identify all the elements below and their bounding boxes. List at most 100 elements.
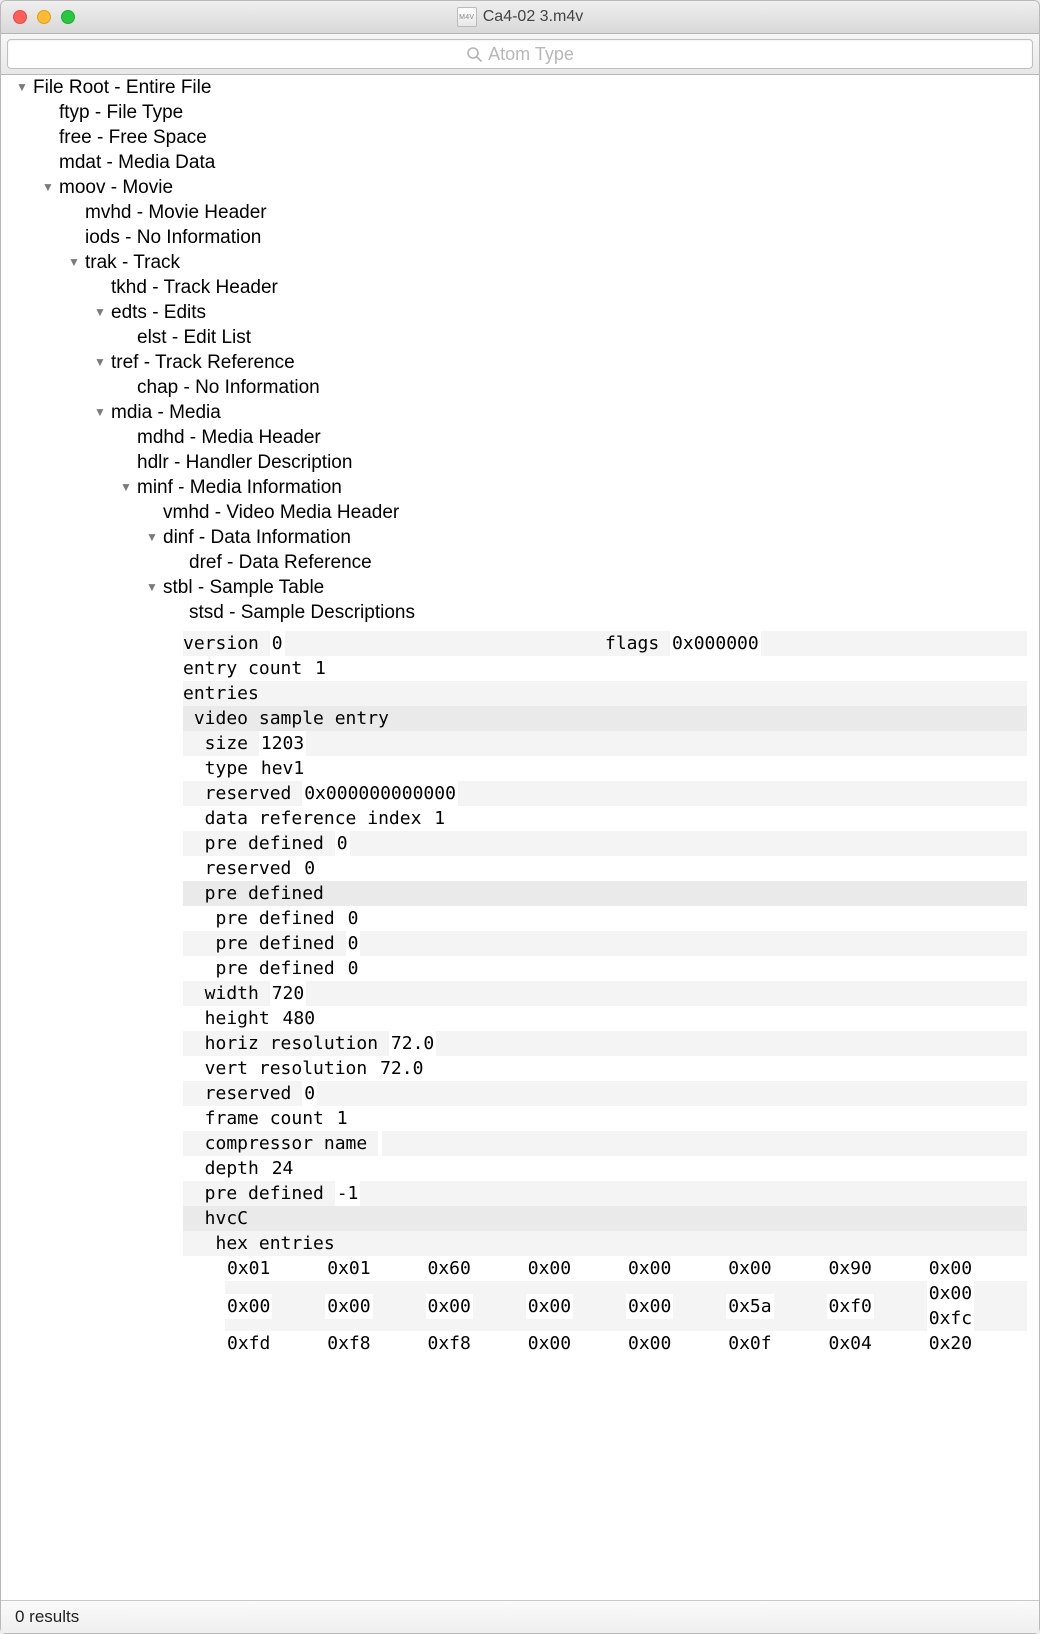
detail-row[interactable]: size 1203 [183,731,1027,756]
disclosure-icon[interactable] [67,250,81,275]
detail-key: compressor name [183,1131,378,1156]
detail-key: pre defined [183,1181,335,1206]
hex-byte: 0x00 [726,1256,773,1281]
tree-label: File Root - Entire File [33,75,211,100]
detail-row[interactable]: reserved 0 [183,856,1027,881]
hex-byte: 0xf8 [325,1331,372,1356]
detail-key: hvcC [183,1206,248,1231]
hex-byte: 0x20 [927,1331,974,1356]
content[interactable]: File Root - Entire File ftyp - File Type… [1,75,1039,1600]
tree-row[interactable]: dref - Data Reference [171,550,1039,575]
tree-label: stsd - Sample Descriptions [189,600,415,625]
detail-row[interactable]: video sample entry [183,706,1027,731]
detail-key: reserved [183,856,302,881]
tree-row[interactable]: elst - Edit List [119,325,1039,350]
disclosure-icon[interactable] [93,400,107,425]
tree-row[interactable]: edts - Edits [93,300,1039,325]
disclosure-icon[interactable] [93,350,107,375]
search-placeholder: Atom Type [488,44,574,65]
detail-row[interactable]: pre defined 0 [183,906,1027,931]
search-bar: Atom Type [1,34,1039,75]
hex-byte: 0xfc [927,1306,974,1331]
minimize-icon[interactable] [37,10,51,24]
tree-label: ftyp - File Type [59,100,183,125]
disclosure-icon[interactable] [41,175,55,200]
detail-row[interactable]: pre defined -1 [183,1181,1027,1206]
tree-row[interactable]: File Root - Entire File [15,75,1039,100]
tree-row[interactable]: hdlr - Handler Description [119,450,1039,475]
detail-row[interactable]: pre defined [183,881,1027,906]
detail-key: size [183,731,259,756]
tree-row[interactable]: free - Free Space [41,125,1039,150]
detail-row[interactable]: height 480 [183,1006,1027,1031]
tree-row[interactable]: trak - Track [67,250,1039,275]
tree-row[interactable]: tref - Track Reference [93,350,1039,375]
tree-row[interactable]: stsd - Sample Descriptions [171,600,1039,625]
detail-row[interactable]: entry count 1 [183,656,1027,681]
detail-row[interactable]: entries [183,681,1027,706]
tree-row[interactable]: mvhd - Movie Header [67,200,1039,225]
detail-row[interactable]: vert resolution 72.0 [183,1056,1027,1081]
tree-row[interactable]: tkhd - Track Header [93,275,1039,300]
hex-row[interactable]: 0xfd 0xf8 0xf8 0x00 0x00 0x0f 0x04 0x20 [225,1331,1027,1356]
tree-row[interactable]: iods - No Information [67,225,1039,250]
tree-label: dref - Data Reference [189,550,372,575]
disclosure-icon[interactable] [145,525,159,550]
close-icon[interactable] [13,10,27,24]
detail-key: horiz resolution [183,1031,389,1056]
detail-value: 24 [270,1156,296,1181]
detail-key: pre defined [183,831,335,856]
hex-byte: 0x00 [927,1256,974,1281]
tree-row[interactable]: ftyp - File Type [41,100,1039,125]
tree-label: dinf - Data Information [163,525,351,550]
detail-row[interactable]: frame count 1 [183,1106,1027,1131]
detail-row[interactable]: reserved 0 [183,1081,1027,1106]
disclosure-icon[interactable] [15,75,29,100]
detail-key: data reference index [183,806,432,831]
hex-byte: 0x00 [526,1256,573,1281]
titlebar[interactable]: M4V Ca4-02 3.m4v [1,1,1039,34]
detail-row[interactable]: hvcC [183,1206,1027,1231]
disclosure-icon[interactable] [93,300,107,325]
hex-row[interactable]: 0x00 0x00 0x00 0x00 0x00 0x5a 0xf0 0x00 … [225,1281,1027,1331]
detail-value: 0 [335,831,350,856]
detail-row[interactable]: version 0 flags 0x000000 [183,631,1027,656]
detail-row[interactable]: depth 24 [183,1156,1027,1181]
detail-value: 1 [335,1106,350,1131]
tree-label: mdhd - Media Header [137,425,321,450]
search-input[interactable]: Atom Type [7,39,1033,69]
window-title: Ca4-02 3.m4v [483,8,584,26]
tree-row[interactable]: minf - Media Information [119,475,1039,500]
detail-row[interactable]: type hev1 [183,756,1027,781]
tree-row[interactable]: vmhd - Video Media Header [145,500,1039,525]
disclosure-icon[interactable] [119,475,133,500]
detail-value: 0x000000000000 [302,781,458,806]
detail-row[interactable]: pre defined 0 [183,956,1027,981]
disclosure-icon[interactable] [145,575,159,600]
tree-row[interactable]: mdia - Media [93,400,1039,425]
hex-byte: 0x01 [225,1256,272,1281]
detail-value: 1 [313,656,328,681]
hex-row[interactable]: 0x01 0x01 0x60 0x00 0x00 0x00 0x90 0x00 [225,1256,1027,1281]
detail-key: type [183,756,259,781]
tree-label: tkhd - Track Header [111,275,278,300]
detail-row[interactable]: width 720 [183,981,1027,1006]
detail-row[interactable]: horiz resolution 72.0 [183,1031,1027,1056]
tree-row[interactable]: mdat - Media Data [41,150,1039,175]
tree-row[interactable]: stbl - Sample Table [145,575,1039,600]
detail-key: height [183,1006,281,1031]
detail-row[interactable]: pre defined 0 [183,931,1027,956]
tree-row[interactable]: chap - No Information [119,375,1039,400]
hex-byte: 0xfd [225,1331,272,1356]
detail-row[interactable]: reserved 0x000000000000 [183,781,1027,806]
tree-row[interactable]: moov - Movie [41,175,1039,200]
detail-row[interactable]: hex entries [183,1231,1027,1256]
detail-row[interactable]: compressor name [183,1131,1027,1156]
detail-value: 0 [302,1081,317,1106]
tree-row[interactable]: mdhd - Media Header [119,425,1039,450]
tree-row[interactable]: dinf - Data Information [145,525,1039,550]
zoom-icon[interactable] [61,10,75,24]
detail-row[interactable]: pre defined 0 [183,831,1027,856]
tree-label: mdat - Media Data [59,150,215,175]
detail-row[interactable]: data reference index 1 [183,806,1027,831]
